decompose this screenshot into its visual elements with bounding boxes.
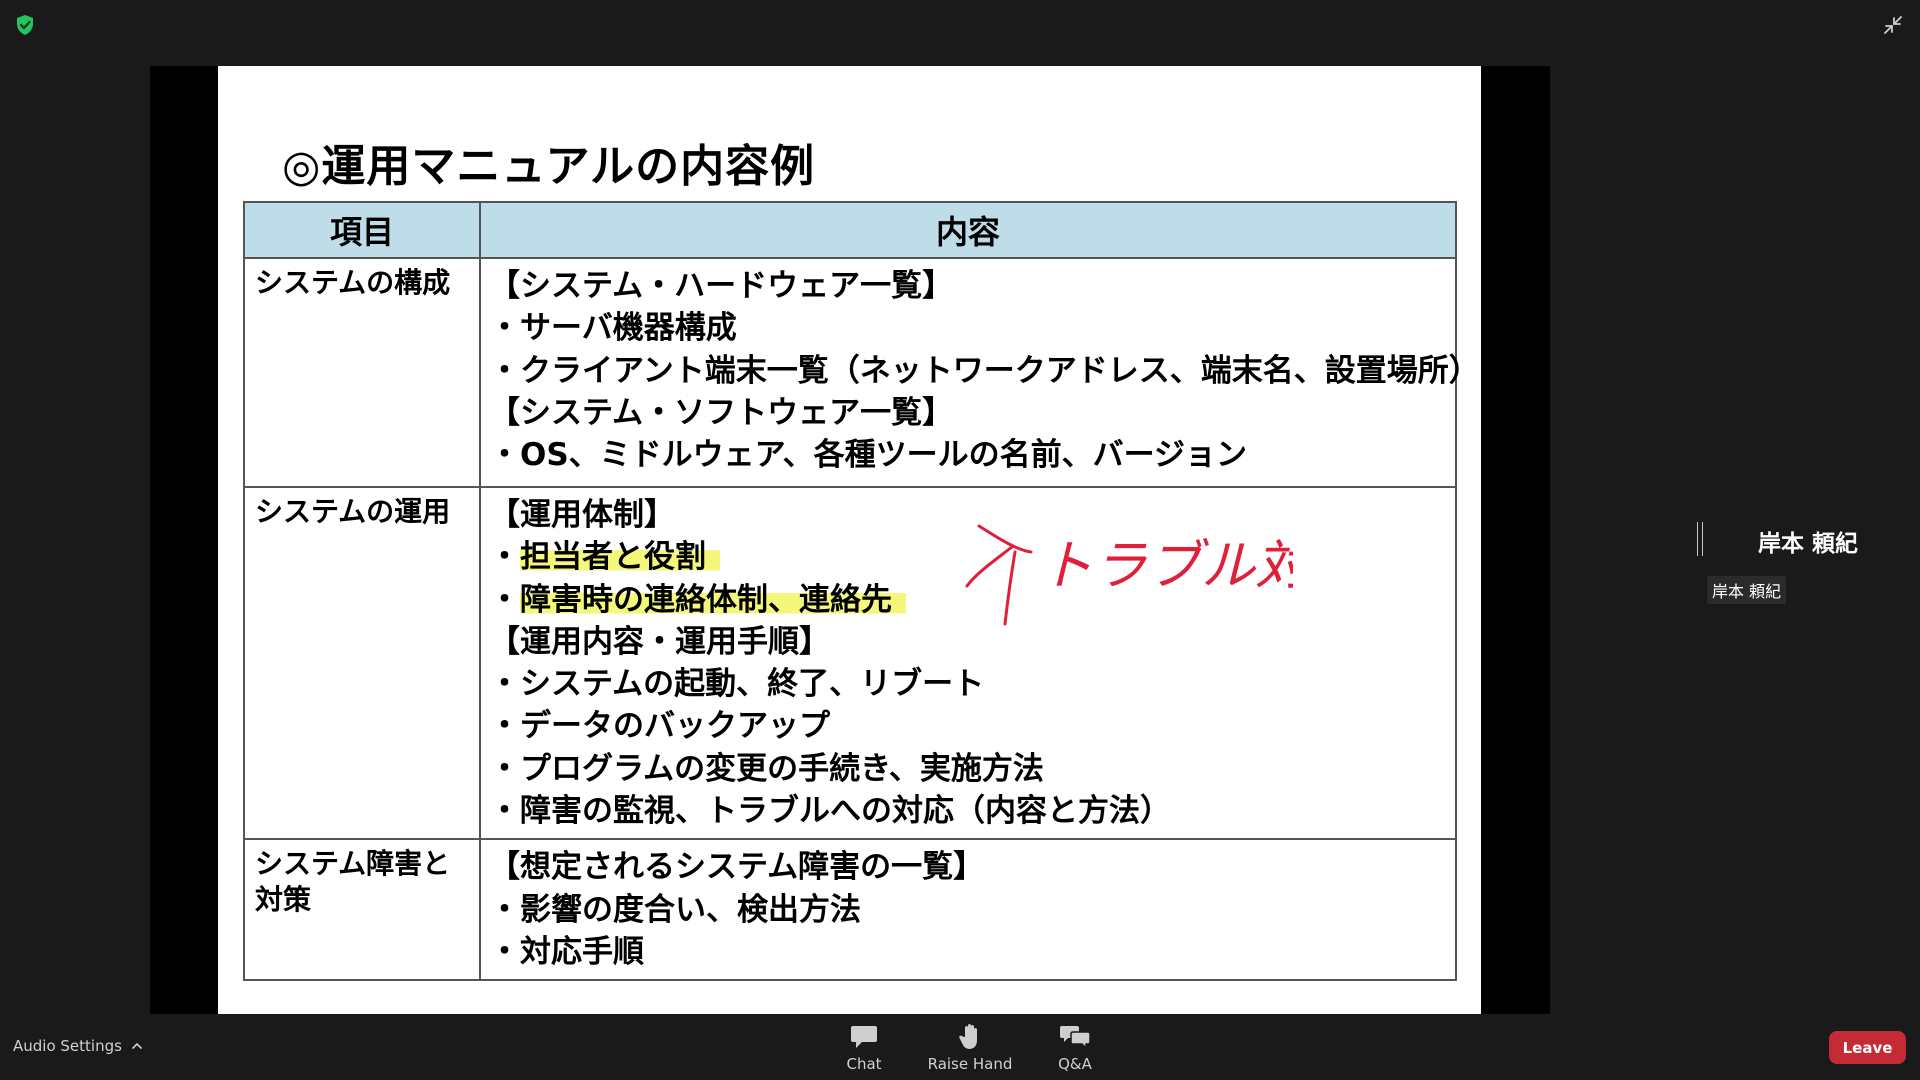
row-content: 【運用体制】 ・担当者と役割 ・障害時の連絡体制、連絡先 【運用内容・運用手順】… — [479, 485, 1457, 841]
content-line-highlighted: ・担当者と役割 — [489, 536, 1447, 578]
slide-title: ◎運用マニュアルの内容例 — [282, 141, 816, 192]
security-shield-icon[interactable] — [14, 14, 36, 36]
zoom-meeting-window: ◎運用マニュアルの内容例 項目 内容 システムの構成 【システム・ハードウェア一… — [0, 0, 1920, 1080]
row-content: 【想定されるシステム障害の一覧】 ・影響の度合い、検出方法 ・対応手順 — [479, 838, 1457, 982]
highlighted-text: 障害時の連絡体制、連絡先 — [520, 581, 906, 618]
content-line-highlighted: ・障害時の連絡体制、連絡先 — [489, 579, 1447, 621]
highlighted-text: 担当者と役割 — [520, 539, 720, 576]
content-line: ・サーバ機器構成 — [489, 310, 737, 347]
leave-button[interactable]: Leave — [1829, 1031, 1906, 1064]
raise-hand-label: Raise Hand — [927, 1055, 1013, 1073]
content-line: 【運用内容・運用手順】 — [489, 623, 830, 660]
qa-label: Q&A — [1058, 1055, 1092, 1073]
content-line: ・障害の監視、トラブルへの対応（内容と方法） — [489, 793, 1171, 830]
exit-fullscreen-icon[interactable] — [1880, 12, 1906, 38]
bullet: ・ — [489, 539, 520, 576]
content-line: ・対応手順 — [489, 933, 644, 970]
content-line: ・システムの起動、終了、リブート — [489, 666, 985, 703]
table-row: システムの構成 【システム・ハードウェア一覧】 ・サーバ機器構成 ・クライアント… — [243, 257, 1480, 488]
row-item-label: システム障害と対策 — [243, 838, 481, 982]
content-line: ・影響の度合い、検出方法 — [489, 891, 861, 928]
qa-button[interactable]: Q&A — [1025, 1022, 1125, 1076]
bullet: ・ — [489, 581, 520, 618]
chat-label: Chat — [846, 1055, 882, 1073]
table-header-row: 項目 内容 — [243, 201, 1457, 259]
content-line: ・データのバックアップ — [489, 708, 830, 745]
table-row: システム障害と対策 【想定されるシステム障害の一覧】 ・影響の度合い、検出方法 … — [243, 838, 1457, 982]
row-content: 【システム・ハードウェア一覧】 ・サーバ機器構成 ・クライアント端末一覧（ネット… — [479, 257, 1480, 488]
participant-name-label: 岸本 頼紀 — [1707, 576, 1787, 604]
content-line: 【システム・ソフトウェア一覧】 — [489, 394, 954, 431]
content-line: 【運用体制】 — [489, 497, 675, 533]
qa-icon — [1060, 1026, 1091, 1050]
content-line: 【システム・ハードウェア一覧】 — [489, 268, 954, 304]
row-item-label: システムの運用 — [243, 485, 481, 841]
chat-button[interactable]: Chat — [814, 1022, 914, 1076]
chat-icon — [851, 1026, 877, 1048]
header-content: 内容 — [479, 201, 1457, 259]
header-item: 項目 — [243, 201, 481, 259]
table-row: システムの運用 【運用体制】 ・担当者と役割 ・障害時の連絡体制、連絡先 【運用… — [243, 485, 1457, 841]
active-speaker-name: 岸本 頼紀 — [1758, 531, 1859, 557]
audio-settings-label: Audio Settings — [13, 1037, 122, 1055]
presentation-slide: ◎運用マニュアルの内容例 項目 内容 システムの構成 【システム・ハードウェア一… — [218, 66, 1481, 1014]
content-line: 【想定されるシステム障害の一覧】 — [489, 849, 985, 886]
speaker-panel-drag-handle[interactable] — [1697, 522, 1703, 556]
content-line: ・クライアント端末一覧（ネットワークアドレス、端末名、設置場所） — [489, 352, 1480, 389]
manual-content-table: 項目 内容 システムの構成 【システム・ハードウェア一覧】 ・サーバ機器構成 ・… — [243, 201, 1480, 982]
shared-screen: ◎運用マニュアルの内容例 項目 内容 システムの構成 【システム・ハードウェア一… — [150, 66, 1550, 1014]
content-line: ・プログラムの変更の手続き、実施方法 — [489, 750, 1044, 787]
raise-hand-button[interactable]: Raise Hand — [920, 1022, 1020, 1076]
row-item-label: システムの構成 — [243, 257, 481, 488]
caret-up-icon — [132, 1042, 142, 1049]
content-line: ・OS、ミドルウェア、各種ツールの名前、バージョン — [489, 437, 1247, 474]
hand-icon — [959, 1024, 977, 1049]
audio-settings-button[interactable]: Audio Settings — [13, 1037, 142, 1055]
